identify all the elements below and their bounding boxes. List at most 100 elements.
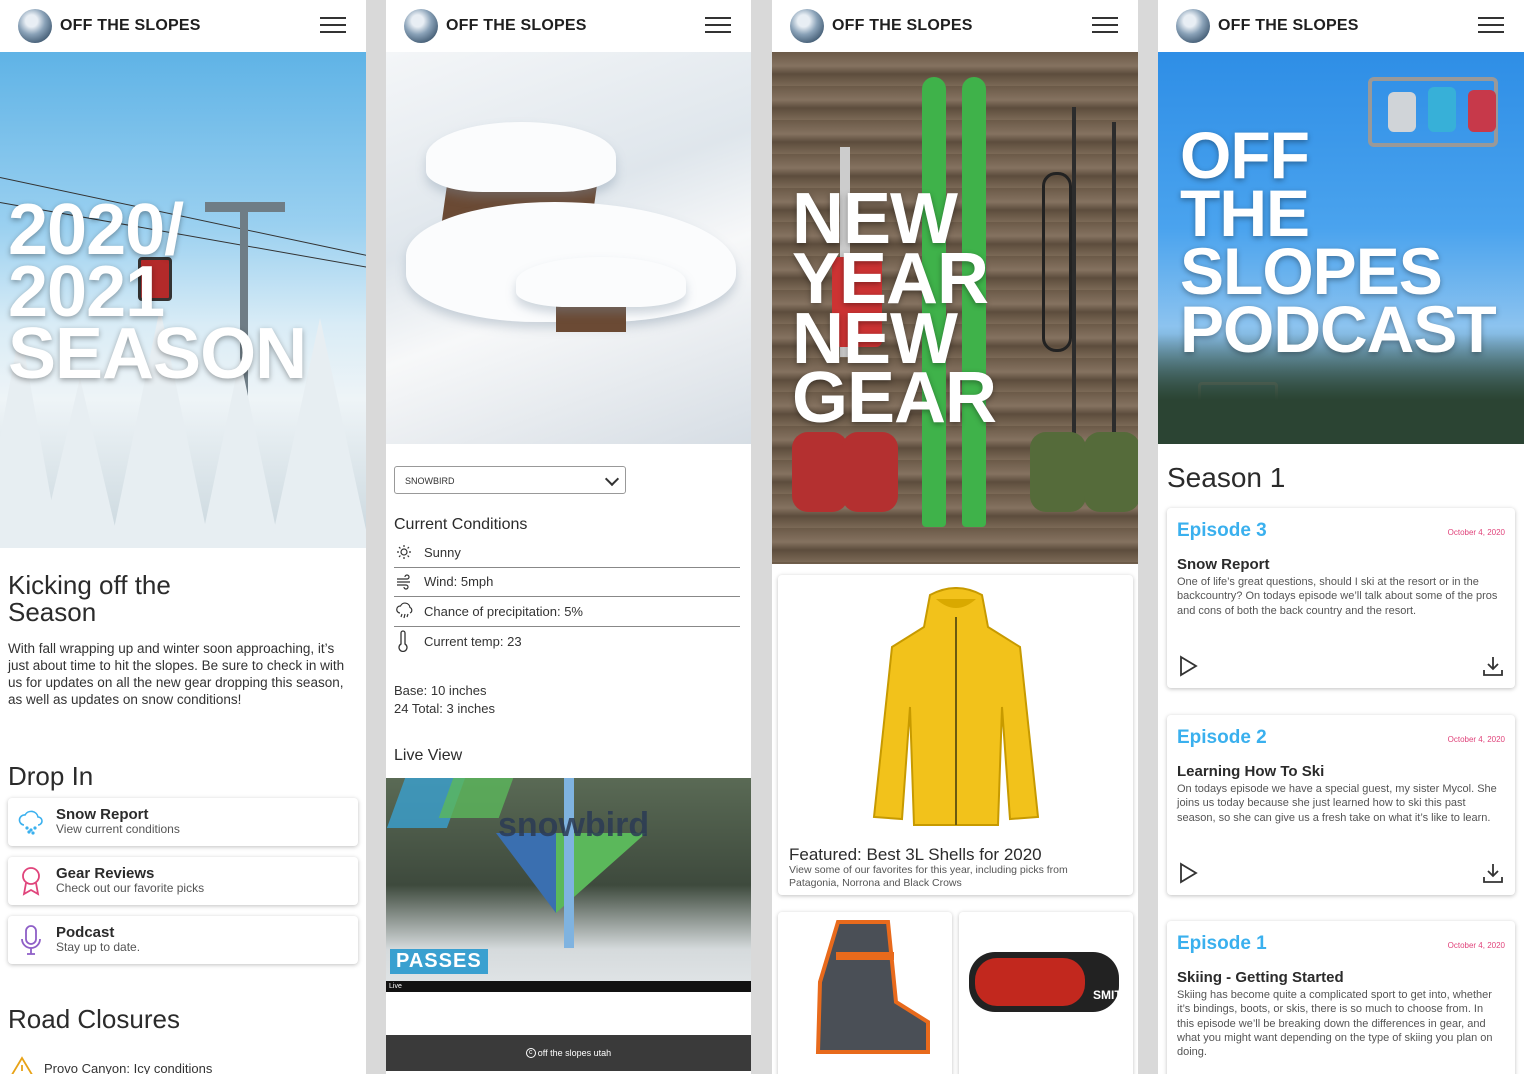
episode-title: Skiing - Getting Started [1177,969,1344,986]
gear-reviews-screen: OFF THE SLOPES NEW YEAR NEW GEAR Feature… [772,0,1138,1074]
conditions-list: Sunny Wind: 5mph Chance of precipitation… [394,538,740,656]
cam-passes-text: PASSES [390,949,488,974]
cam-sign-text: snowbird [498,806,650,844]
episode-card[interactable]: Episode 1 October 4, 2020 Skiing - Getti… [1167,921,1515,1074]
road-closure-text: Provo Canyon: Icy conditions [44,1060,213,1074]
hamburger-menu-icon[interactable] [705,17,731,35]
footer-text: off the slopes utah [537,1048,612,1058]
hero-title: OFF THE SLOPES PODCAST [1180,118,1497,367]
snow-depth: Base: 10 inches 24 Total: 3 inches [394,682,495,718]
resort-select-value: SNOWBIRD [405,476,455,486]
drop-in-podcast[interactable]: Podcast Stay up to date. [8,915,358,964]
condition-row: Sunny [394,538,740,568]
ski-boot-image [815,920,930,1054]
sun-icon [394,544,424,560]
gear-card-goggles[interactable]: SMITH [959,912,1133,1074]
thermometer-icon [394,630,424,653]
hero-image-gear-flatlay: NEW YEAR NEW GEAR [772,52,1138,564]
cloud-snow-icon [18,807,44,837]
condition-text: Chance of precipitation: 5% [424,603,583,619]
road-closures-heading: Road Closures [8,1004,180,1034]
footer: c off the slopes utah [386,1035,751,1071]
resort-select[interactable]: SNOWBIRD [394,466,626,494]
snow-report-screen: OFF THE SLOPES SNOWBIRD Current Conditio… [386,0,751,1074]
drop-in-subtitle: Stay up to date. [56,940,141,955]
gear-card-boot[interactable] [778,912,952,1074]
drop-in-title: Snow Report [56,805,149,823]
condition-text: Wind: 5mph [424,574,494,590]
episode-card[interactable]: Episode 3 October 4, 2020 Snow Report On… [1167,508,1515,688]
home-screen: OFF THE SLOPES 2020/ 2021 SEASON Kicking… [0,0,366,1074]
total-24h: 24 Total: 3 inches [394,701,495,716]
episode-number: Episode 2 [1177,727,1267,748]
podcast-screen: OFF THE SLOPES OFF THE SLOPES PODCAST Se… [1158,0,1524,1074]
featured-article-card[interactable]: Featured: Best 3L Shells for 2020 View s… [778,575,1133,895]
intro-paragraph: With fall wrapping up and winter soon ap… [8,641,345,708]
brand-name[interactable]: OFF THE SLOPES [60,17,201,35]
episode-date: October 4, 2020 [1447,941,1505,950]
download-icon[interactable] [1481,654,1505,678]
condition-text: Current temp: 23 [424,633,522,649]
app-header: OFF THE SLOPES [386,0,751,52]
warning-icon [11,1056,33,1074]
brand-logo[interactable] [18,9,52,43]
drop-in-snow-report[interactable]: Snow Report View current conditions [8,797,358,846]
drop-in-subtitle: Check out our favorite picks [56,881,205,896]
episode-title: Snow Report [1177,556,1270,573]
episode-date: October 4, 2020 [1447,735,1505,744]
episode-card[interactable]: Episode 2 October 4, 2020 Learning How T… [1167,715,1515,895]
episode-date: October 4, 2020 [1447,528,1505,537]
microphone-icon [18,924,44,955]
hero-image-gondola: 2020/ 2021 SEASON [0,52,366,548]
featured-title: Featured: Best 3L Shells for 2020 [789,845,1042,864]
hamburger-menu-icon[interactable] [1092,17,1118,35]
brand-name[interactable]: OFF THE SLOPES [446,17,587,35]
app-header: OFF THE SLOPES [772,0,1138,52]
goggle-brand-text: SMITH [1093,988,1131,1002]
hero-title: 2020/ 2021 SEASON [8,190,307,394]
episode-description: One of life’s great questions, should I … [1177,576,1498,617]
brand-logo[interactable] [404,9,438,43]
brand-logo[interactable] [790,9,824,43]
yellow-jacket-image [872,587,1040,826]
brand-name[interactable]: OFF THE SLOPES [1218,17,1359,35]
wind-icon [394,574,424,590]
drop-in-title: Podcast [56,923,115,941]
road-closure-item[interactable]: Provo Canyon: Icy conditions [8,1056,212,1074]
live-view-title: Live View [394,747,463,764]
cloud-rain-icon [394,602,424,620]
play-icon[interactable] [1177,861,1199,885]
play-icon[interactable] [1177,654,1199,678]
condition-row: Current temp: 23 [394,627,740,657]
hero-title: NEW YEAR NEW GEAR [792,179,997,439]
episode-number: Episode 1 [1177,933,1267,954]
copyright-icon: c [525,1048,536,1058]
season-heading: Season 1 [1167,462,1286,493]
drop-in-gear-reviews[interactable]: Gear Reviews Check out our favorite pick… [8,856,358,905]
intro-heading: Kicking off the Season [8,570,171,628]
hero-image-snow-cabins [386,52,751,444]
app-header: OFF THE SLOPES [1158,0,1524,52]
drop-in-subtitle: View current conditions [56,822,180,837]
hamburger-menu-icon[interactable] [320,17,346,35]
episode-title: Learning How To Ski [1177,763,1325,780]
drop-in-heading: Drop In [8,760,94,791]
download-icon[interactable] [1481,861,1505,885]
condition-text: Sunny [424,544,461,560]
episode-description: Skiing has become quite a complicated sp… [1177,989,1493,1059]
base-depth: Base: 10 inches [394,683,487,698]
award-ribbon-icon [18,866,44,896]
goggles-image [969,952,1119,1012]
condition-row: Wind: 5mph [394,568,740,597]
episode-number: Episode 3 [1177,520,1267,541]
hero-image-chairlift: OFF THE SLOPES PODCAST [1158,52,1524,444]
featured-subtitle: View some of our favorites for this year… [789,864,1068,890]
conditions-title: Current Conditions [394,516,528,533]
episode-description: On todays episode we have a special gues… [1177,783,1497,824]
brand-logo[interactable] [1176,9,1210,43]
cam-status-bar: Live [386,981,751,992]
hamburger-menu-icon[interactable] [1478,17,1504,35]
brand-name[interactable]: OFF THE SLOPES [832,17,973,35]
live-webcam-feed[interactable]: snowbird PASSES Live [386,778,751,992]
app-header: OFF THE SLOPES [0,0,366,52]
